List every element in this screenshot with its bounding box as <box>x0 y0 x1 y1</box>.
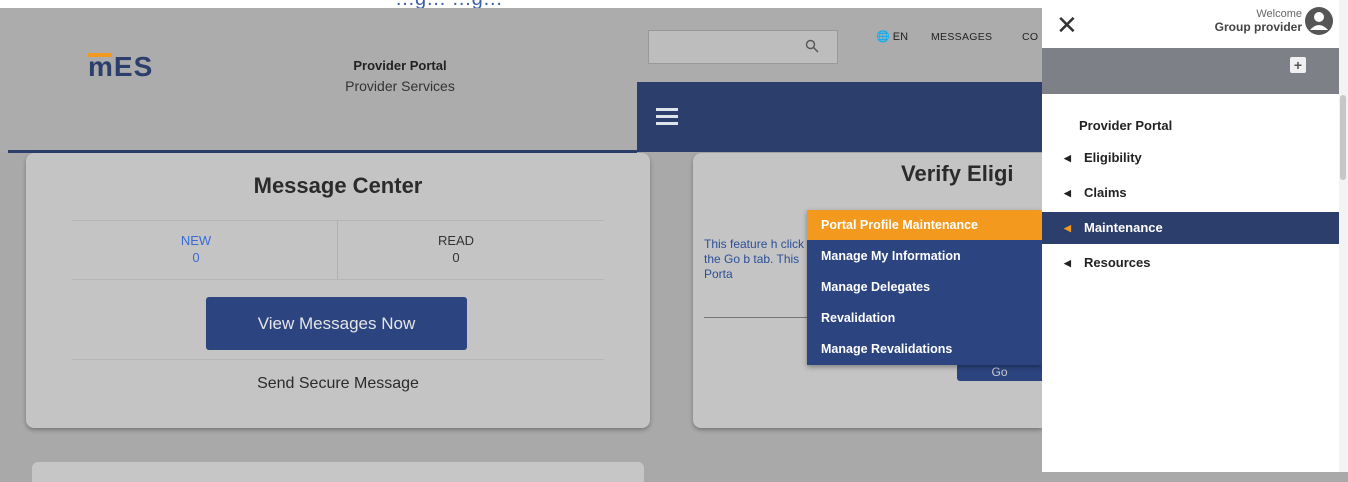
divider <box>72 279 604 280</box>
caret-left-icon: ◀ <box>1064 223 1071 233</box>
read-messages-label: READ <box>437 233 475 248</box>
send-secure-message-link[interactable]: Send Secure Message <box>26 375 650 393</box>
top-partial-text: …g… …g… <box>395 0 503 8</box>
plus-icon[interactable]: + <box>1290 57 1306 73</box>
panel-item-label: Eligibility <box>1084 150 1142 165</box>
go-button[interactable]: Go <box>957 363 1042 381</box>
side-panel: ✕ Welcome Group provider + Provider Port… <box>1042 0 1348 472</box>
panel-item-label: Resources <box>1084 255 1151 270</box>
user-name: Group provider <box>1214 20 1302 34</box>
menu-item-revalidation[interactable]: Revalidation <box>807 303 1042 333</box>
next-card-edge <box>32 462 644 482</box>
user-avatar-icon[interactable] <box>1304 6 1334 36</box>
panel-item-label: Claims <box>1084 185 1127 200</box>
contact-link[interactable]: CO <box>1022 31 1038 43</box>
verify-eligibility-title: Verify Eligi <box>901 161 1014 186</box>
caret-left-icon: ◀ <box>1064 258 1071 268</box>
divider <box>72 220 604 221</box>
logo-accent <box>88 53 112 57</box>
portal-subtitle: Provider Services <box>345 78 455 94</box>
menu-item-portal-profile-maintenance[interactable]: Portal Profile Maintenance <box>807 210 1042 240</box>
language-label: EN <box>892 31 909 43</box>
caret-left-icon: ◀ <box>1064 188 1071 198</box>
new-messages-count[interactable]: 0 <box>72 250 320 265</box>
panel-item-resources[interactable]: ◀ Resources <box>1042 247 1340 279</box>
message-center-title: Message Center <box>253 173 423 198</box>
panel-item-claims[interactable]: ◀ Claims <box>1042 177 1340 209</box>
scrollbar-thumb[interactable] <box>1340 95 1346 180</box>
mes-logo[interactable]: mES <box>88 50 168 80</box>
close-icon[interactable]: ✕ <box>1056 12 1078 38</box>
search-icon[interactable] <box>805 39 819 53</box>
divider <box>72 359 604 360</box>
verify-description: This feature h click the Go b tab. This … <box>704 237 805 281</box>
panel-heading[interactable]: Provider Portal <box>1079 118 1172 133</box>
maintenance-dropdown: Portal Profile Maintenance Manage My Inf… <box>807 210 1042 365</box>
menu-item-manage-revalidations[interactable]: Manage Revalidations <box>807 334 1042 364</box>
scrollbar-track[interactable] <box>1339 0 1348 472</box>
globe-icon: 🌐 <box>876 31 890 43</box>
messages-link[interactable]: MESSAGES <box>931 31 992 43</box>
panel-item-eligibility[interactable]: ◀ Eligibility <box>1042 142 1340 174</box>
menu-item-manage-my-information[interactable]: Manage My Information <box>807 241 1042 271</box>
welcome-label: Welcome <box>1256 8 1302 20</box>
message-center-card: Message Center NEW 0 READ 0 View Message… <box>26 153 650 428</box>
view-messages-button[interactable]: View Messages Now <box>206 297 467 350</box>
divider <box>704 317 824 318</box>
read-messages-count: 0 <box>452 250 460 265</box>
caret-left-icon: ◀ <box>1064 153 1071 163</box>
panel-item-label: Maintenance <box>1084 220 1163 235</box>
portal-title: Provider Portal <box>353 58 447 73</box>
navigation-bar <box>637 82 1042 152</box>
top-strip: …g… …g… <box>0 0 1042 8</box>
language-selector[interactable]: 🌐 EN <box>876 30 908 43</box>
menu-item-manage-delegates[interactable]: Manage Delegates <box>807 272 1042 302</box>
new-messages-label[interactable]: NEW <box>72 233 320 248</box>
hamburger-icon[interactable] <box>656 108 678 126</box>
panel-item-maintenance[interactable]: ◀ Maintenance <box>1042 212 1340 244</box>
